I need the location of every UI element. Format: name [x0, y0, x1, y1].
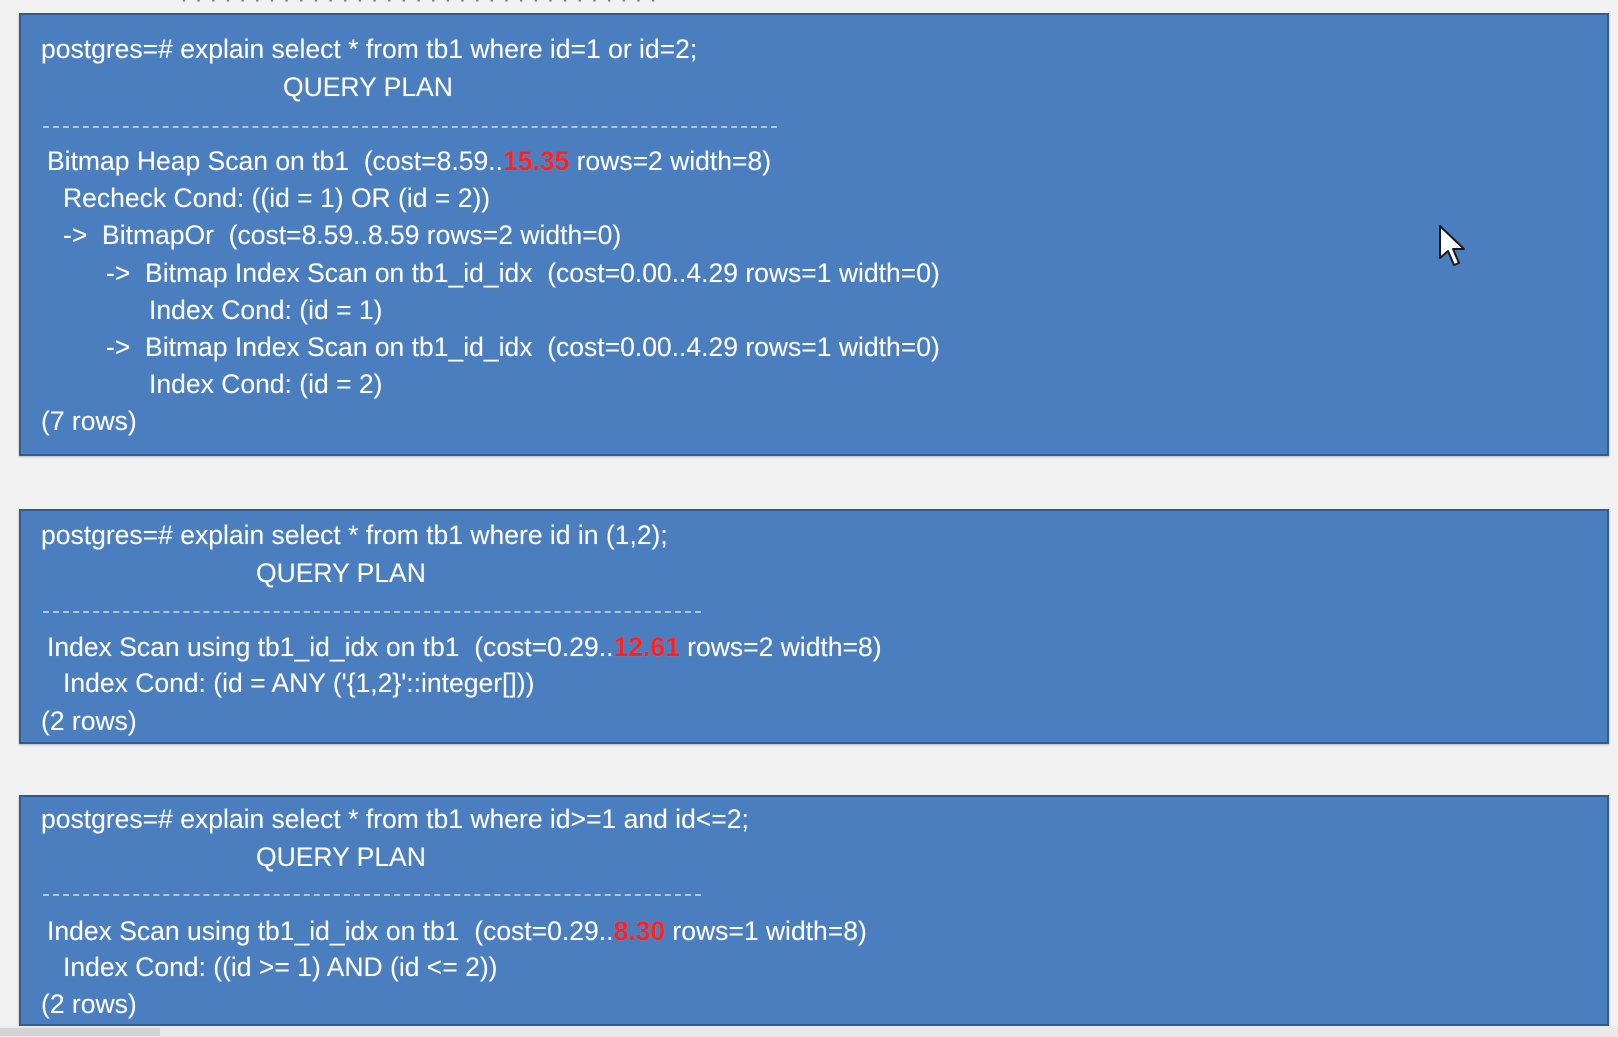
header-rule	[43, 611, 701, 613]
plan-line: Recheck Cond: ((id = 1) OR (id = 2))	[63, 183, 491, 213]
highlighted-total-cost: 8.30	[613, 916, 666, 946]
query-plan-header: QUERY PLAN	[256, 842, 426, 872]
top-edge-strip: · · · · · · · · · · · · · · · · · · · · …	[0, 0, 1618, 12]
highlighted-total-cost: 12.61	[613, 632, 680, 662]
plan-text-tail: rows=2 width=8)	[569, 146, 772, 176]
plan-text: Index Scan using tb1_id_idx on tb1 (cost…	[47, 916, 614, 946]
plan-line: Index Cond: (id = 2)	[149, 369, 383, 399]
plan-line: -> Bitmap Index Scan on tb1_id_idx (cost…	[106, 332, 940, 362]
scrollbar-thumb[interactable]	[0, 1028, 160, 1036]
plan-line-root: Index Scan using tb1_id_idx on tb1 (cost…	[47, 915, 867, 947]
plan-line: -> Bitmap Index Scan on tb1_id_idx (cost…	[106, 258, 940, 288]
plan-line: Index Cond: ((id >= 1) AND (id <= 2))	[63, 952, 498, 982]
header-rule	[43, 126, 777, 128]
row-count: (2 rows)	[41, 989, 137, 1019]
plan-line: -> BitmapOr (cost=8.59..8.59 rows=2 widt…	[63, 220, 622, 250]
query-plan-panel-2: postgres=# explain select * from tb1 whe…	[19, 509, 1609, 744]
row-count: (2 rows)	[41, 706, 137, 736]
sql-prompt: postgres=# explain select * from tb1 whe…	[41, 804, 749, 834]
plan-line-root: Bitmap Heap Scan on tb1 (cost=8.59..15.3…	[47, 145, 771, 177]
sql-prompt: postgres=# explain select * from tb1 whe…	[41, 34, 698, 64]
bottom-scroll-strip[interactable]	[0, 1026, 1618, 1037]
clipped-slide-text: · · · · · · · · · · · · · · · · · · · · …	[180, 0, 657, 12]
plan-text-tail: rows=2 width=8)	[679, 632, 882, 662]
plan-text-tail: rows=1 width=8)	[665, 916, 867, 946]
plan-line: Index Cond: (id = 1)	[149, 295, 383, 325]
plan-text: Index Scan using tb1_id_idx on tb1 (cost…	[47, 632, 614, 662]
plan-line-root: Index Scan using tb1_id_idx on tb1 (cost…	[47, 631, 882, 663]
plan-text: Bitmap Heap Scan on tb1 (cost=8.59..	[47, 146, 503, 176]
plan-line: Index Cond: (id = ANY ('{1,2}'::integer[…	[63, 668, 535, 698]
query-plan-header: QUERY PLAN	[256, 558, 426, 588]
query-plan-header: QUERY PLAN	[283, 72, 453, 102]
query-plan-panel-1: postgres=# explain select * from tb1 whe…	[19, 13, 1609, 456]
highlighted-total-cost: 15.35	[502, 146, 570, 176]
query-plan-panel-3: postgres=# explain select * from tb1 whe…	[19, 795, 1609, 1026]
sql-prompt: postgres=# explain select * from tb1 whe…	[41, 520, 668, 550]
header-rule	[43, 894, 701, 896]
row-count: (7 rows)	[41, 406, 137, 436]
mouse-pointer-icon	[1439, 225, 1465, 266]
